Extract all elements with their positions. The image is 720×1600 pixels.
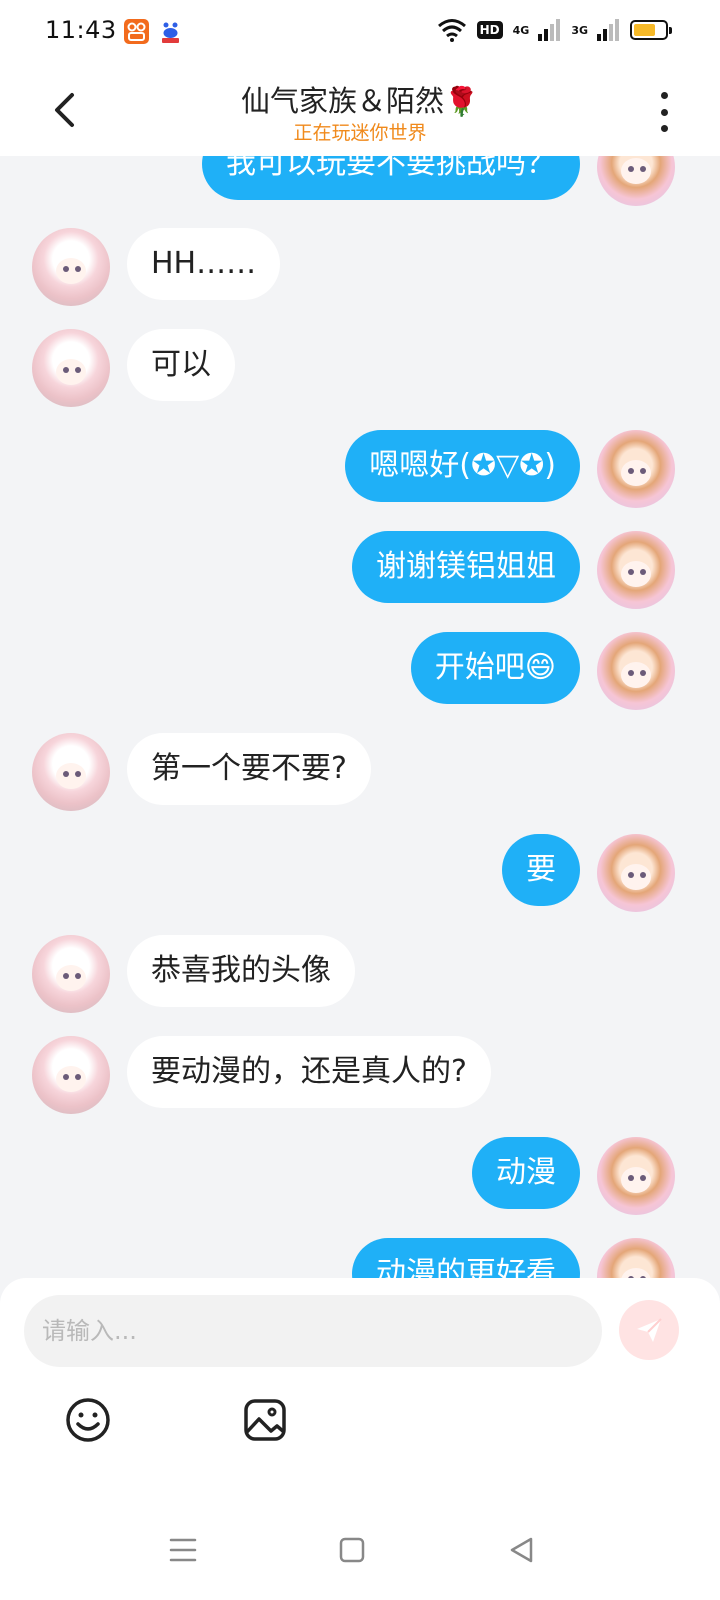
my-avatar[interactable] [597,632,675,710]
system-nav-bar [0,1500,720,1600]
menu-icon [169,1538,197,1562]
my-avatar[interactable] [597,1238,675,1280]
my-avatar[interactable] [597,531,675,609]
more-dot [660,92,668,99]
app-icon-orange [124,19,149,44]
chat-title: 仙气家族＆陌然🌹 [0,78,720,120]
more-options-button[interactable] [648,92,680,132]
message-bubble[interactable]: 动漫 [472,1137,580,1209]
message-bubble[interactable]: 谢谢镁铝姐姐 [352,531,580,603]
triangle-back-icon [510,1537,533,1563]
network-label-4g: 4G [512,23,530,37]
message-bubble[interactable]: 第一个要不要? [127,733,371,805]
chat-subtitle: 正在玩迷你世界 [293,122,427,144]
my-avatar[interactable] [597,430,675,508]
hd-badge: HD [476,21,503,39]
signal-icon-2 [597,19,619,41]
contact-avatar[interactable] [32,733,110,811]
my-avatar[interactable] [597,1137,675,1215]
wifi-icon [437,19,466,42]
smiley-icon [66,1398,110,1442]
message-bubble[interactable]: 恭喜我的头像 [127,935,355,1007]
more-dot [660,108,668,116]
contact-avatar[interactable] [32,1036,110,1114]
home-button[interactable] [332,1530,372,1570]
message-bubble[interactable]: 嗯嗯好(✪▽✪) [345,430,580,502]
network-label-3g: 3G [571,23,588,37]
message-bubble[interactable]: 开始吧😄 [410,632,580,704]
battery-level [634,24,655,36]
message-bubble[interactable]: 可以 [127,329,235,401]
contact-avatar[interactable] [32,935,110,1013]
rose-emoji: 🌹 [444,85,479,118]
signal-icon [538,19,561,41]
battery-icon [630,20,672,40]
emoji-button[interactable] [64,1396,112,1444]
more-dot [660,125,668,132]
image-icon [244,1399,286,1441]
message-input[interactable] [24,1295,602,1367]
app-icon-baidu [158,19,183,44]
chat-screen: 11:43 HD 4G 3G 仙气家族＆陌然🌹 正在玩迷你世界 我可以玩要不要挑… [0,0,720,1600]
contact-avatar[interactable] [32,228,110,306]
message-bubble[interactable]: 要 [502,834,580,906]
message-bubble[interactable]: 要动漫的，还是真人的? [127,1036,491,1108]
send-button[interactable] [619,1300,679,1360]
square-icon [339,1537,365,1563]
message-bubble[interactable]: 动漫的更好看 [352,1238,580,1280]
my-avatar[interactable] [597,156,675,206]
recent-apps-button[interactable] [163,1530,203,1570]
status-time: 11:43 [45,16,117,44]
message-bubble[interactable]: HH…… [127,228,281,300]
message-bubble[interactable]: 我可以玩要不要挑战吗？ [202,156,580,200]
contact-avatar[interactable] [32,329,110,407]
chat-title-text: 仙气家族＆陌然 [241,84,445,118]
send-icon [637,1318,662,1342]
status-bar: 11:43 HD 4G 3G [0,0,720,64]
my-avatar[interactable] [597,834,675,912]
chat-header: 仙气家族＆陌然🌹 正在玩迷你世界 [0,64,720,156]
image-picker-button[interactable] [241,1396,289,1444]
status-indicators: HD 4G 3G [437,18,672,42]
message-list[interactable]: 我可以玩要不要挑战吗？ HH…… 可以 嗯嗯好(✪▽✪) 谢谢镁铝姐姐 开始吧😄… [0,156,720,1280]
nav-back-button[interactable] [501,1530,541,1570]
